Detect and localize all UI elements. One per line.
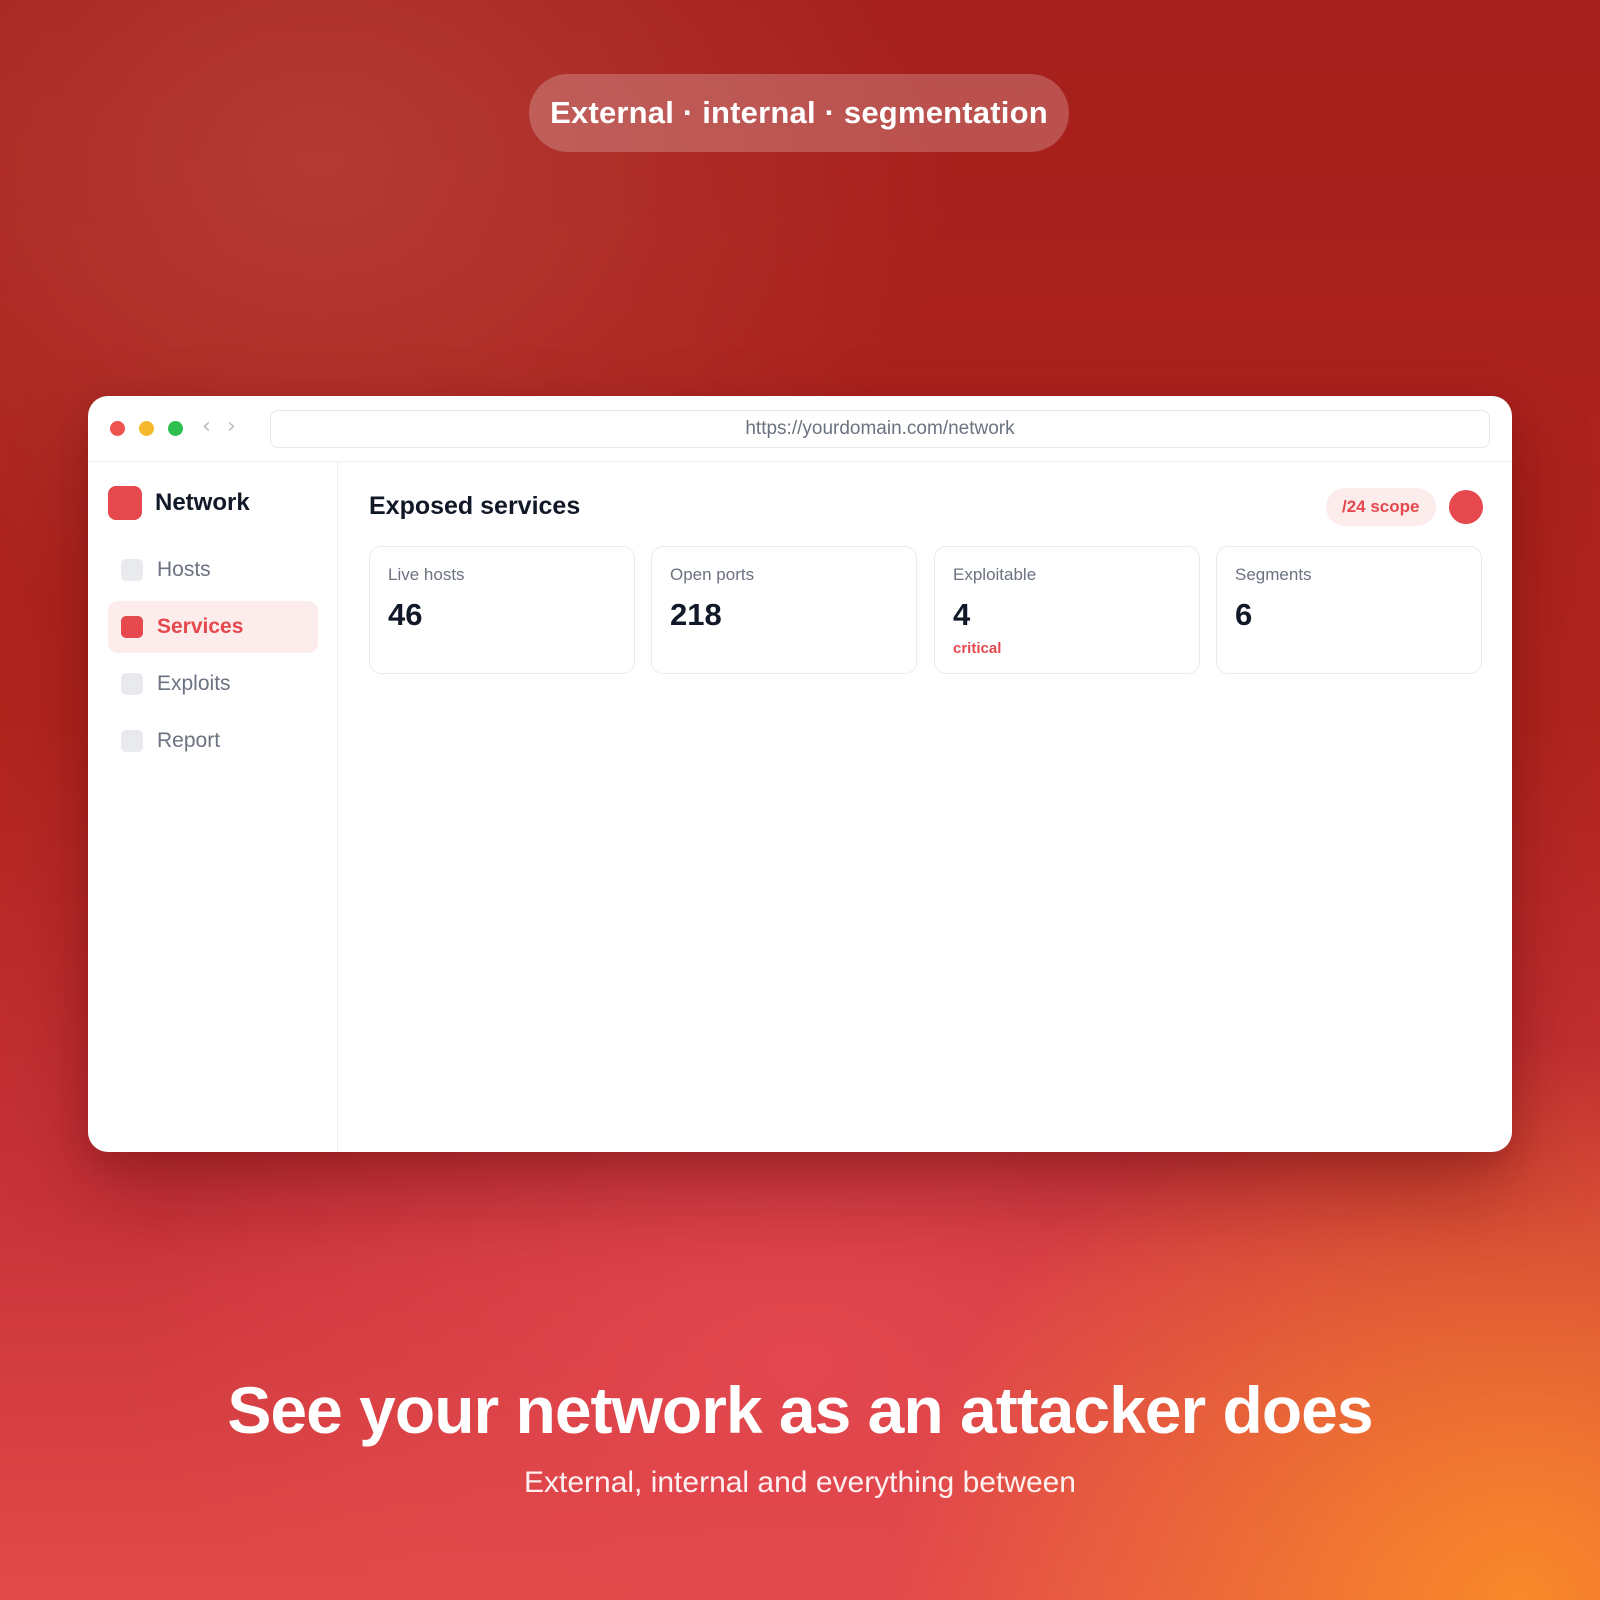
stat-card-exploitable: Exploitable 4 critical	[934, 546, 1200, 674]
main-content: Exposed services /24 scope Live hosts 46…	[339, 462, 1512, 1152]
sidebar-item-exploits[interactable]: Exploits	[108, 658, 318, 710]
stat-label: Open ports	[670, 565, 755, 584]
stat-card-segments: Segments 6	[1216, 546, 1482, 674]
browser-titlebar: ‹ › https://yourdomain.com/network	[88, 396, 1512, 462]
back-arrow-icon[interactable]: ‹	[202, 415, 211, 439]
stat-label: Segments	[1235, 565, 1312, 584]
avatar[interactable]	[1449, 490, 1483, 524]
brand: Network	[108, 486, 250, 520]
window-maximize-button[interactable]	[168, 421, 183, 436]
stat-card-live-hosts: Live hosts 46	[369, 546, 635, 674]
window-close-button[interactable]	[110, 421, 125, 436]
stat-label: Live hosts	[388, 565, 465, 584]
brand-name: Network	[155, 489, 250, 516]
sidebar-item-label: Hosts	[157, 558, 211, 581]
sidebar-item-hosts[interactable]: Hosts	[108, 544, 318, 596]
browser-window: ‹ › https://yourdomain.com/network Netwo…	[88, 396, 1512, 1152]
forward-arrow-icon[interactable]: ›	[227, 415, 236, 439]
window-minimize-button[interactable]	[139, 421, 154, 436]
address-bar-url: https://yourdomain.com/network	[745, 418, 1015, 439]
stat-note: critical	[953, 640, 1002, 657]
services-icon	[121, 616, 143, 638]
hero-pill: External · internal · segmentation	[529, 74, 1069, 152]
address-bar[interactable]: https://yourdomain.com/network	[270, 410, 1490, 448]
sidebar-item-label: Report	[157, 729, 221, 752]
hosts-icon	[121, 559, 143, 581]
stat-value: 4	[953, 597, 971, 632]
stat-card-open-ports: Open ports 218	[651, 546, 917, 674]
report-icon	[121, 730, 143, 752]
scope-badge[interactable]: /24 scope	[1326, 488, 1436, 526]
stat-value: 46	[388, 597, 423, 632]
brand-logo-icon	[108, 486, 142, 520]
headline: See your network as an attacker does	[227, 1373, 1373, 1447]
exploits-icon	[121, 673, 143, 695]
subheadline: External, internal and everything betwee…	[523, 1466, 1076, 1499]
sidebar: Network Hosts Services Exploits Report	[88, 462, 338, 1152]
stat-value: 218	[670, 597, 722, 632]
sidebar-item-label: Exploits	[157, 672, 231, 695]
sidebar-item-services[interactable]: Services	[108, 601, 318, 653]
stat-value: 6	[1235, 597, 1253, 632]
stat-label: Exploitable	[953, 565, 1037, 584]
hero-pill-text: External · internal · segmentation	[550, 95, 1048, 130]
sidebar-item-label: Services	[157, 615, 244, 638]
page-title: Exposed services	[369, 492, 581, 520]
sidebar-item-report[interactable]: Report	[108, 715, 318, 767]
